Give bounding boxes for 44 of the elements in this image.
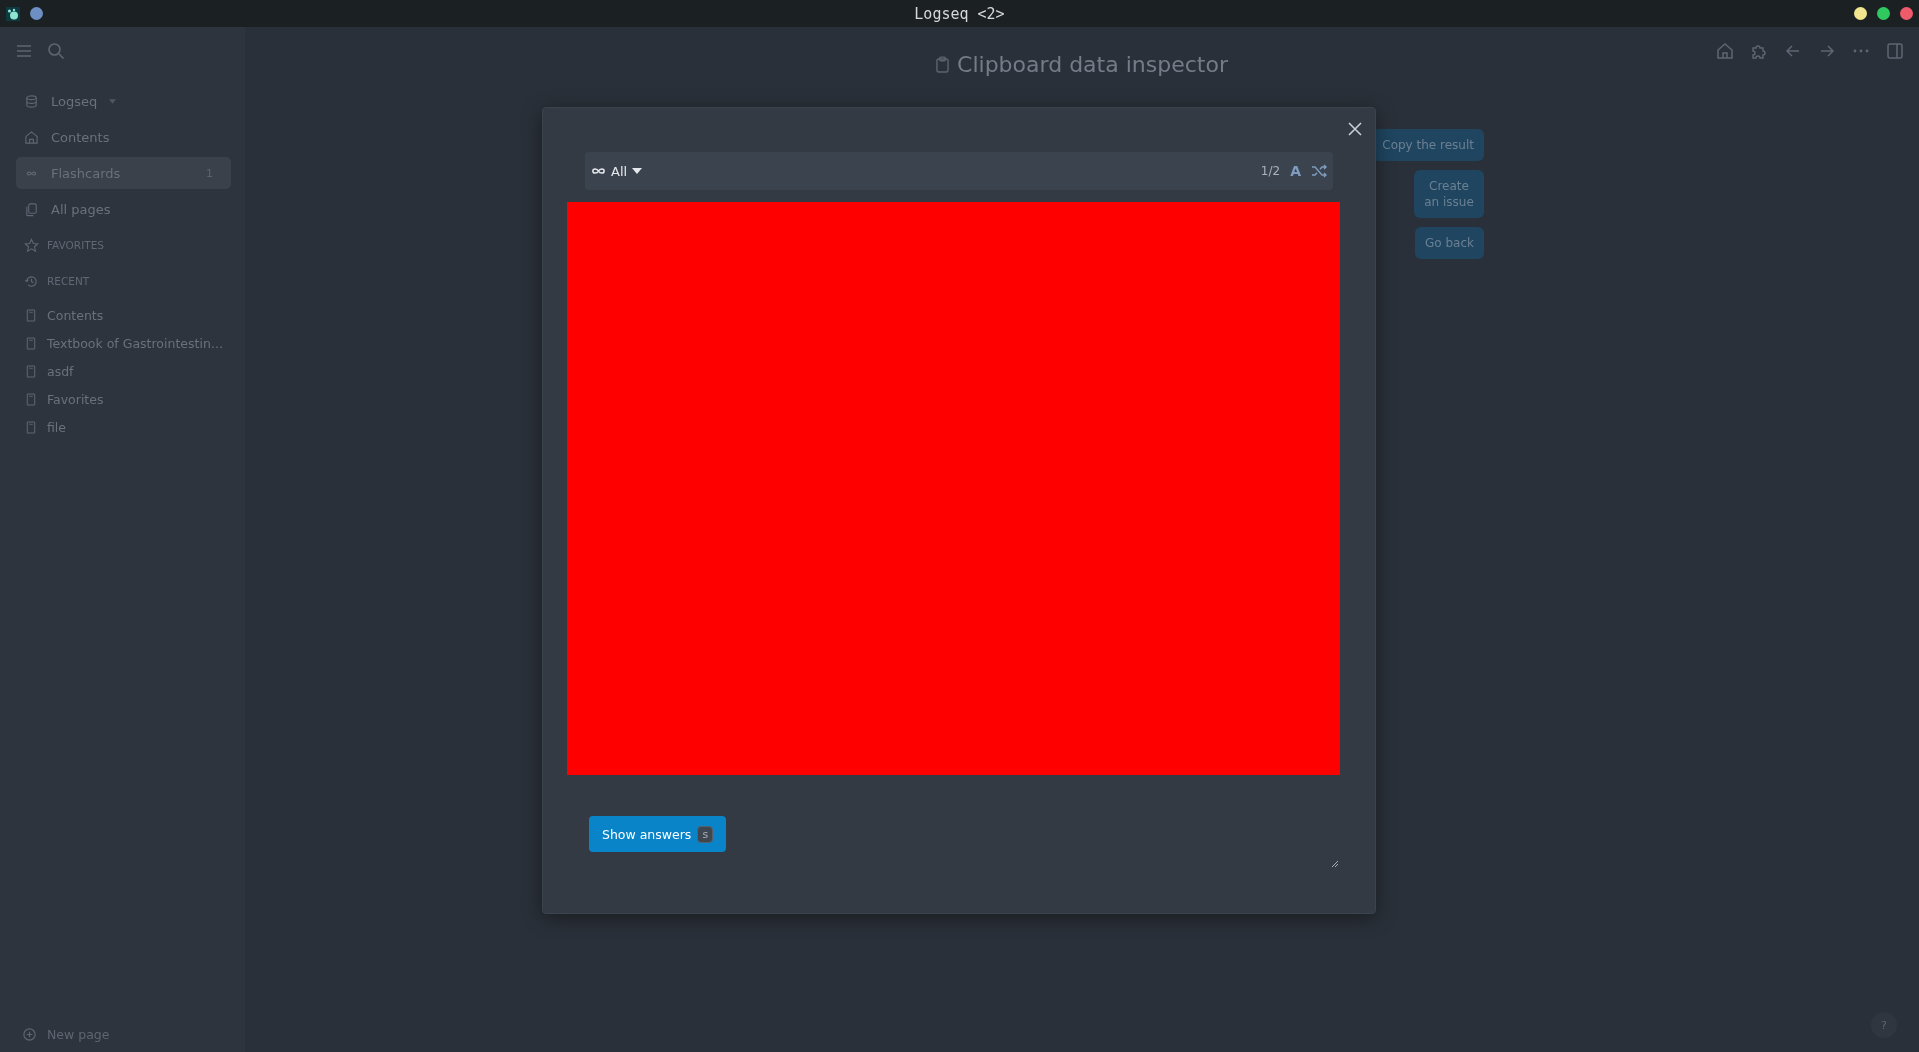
help-button[interactable]: ?	[1871, 1012, 1897, 1038]
close-icon[interactable]	[1347, 121, 1363, 137]
clipboard-icon	[936, 56, 950, 73]
pages-icon	[24, 201, 39, 217]
workspace-dot-icon[interactable]	[30, 7, 43, 20]
window-title: Logseq <2>	[914, 4, 1005, 23]
page-icon	[26, 308, 36, 322]
filter-dropdown[interactable]: All	[591, 163, 643, 179]
action-button[interactable]: Go back	[1415, 227, 1484, 259]
search-icon[interactable]	[46, 41, 66, 61]
card-counter: 1/2	[1260, 164, 1281, 178]
caret-icon	[632, 168, 643, 174]
infinity-icon	[591, 166, 606, 176]
sidebar-nav-item[interactable]: Contents	[16, 121, 231, 153]
sidebar-nav-item[interactable]: All pages	[16, 193, 231, 225]
graph-selector[interactable]: Logseq	[16, 85, 231, 117]
home-icon	[24, 129, 39, 145]
recent-page-item[interactable]: file	[16, 413, 231, 441]
star-icon	[24, 237, 39, 253]
font-toggle-button[interactable]: A	[1290, 163, 1301, 179]
page-icon	[26, 420, 36, 434]
home-icon[interactable]	[1715, 41, 1735, 61]
shuffle-icon[interactable]	[1311, 164, 1327, 178]
sidebar-toggle-icon[interactable]	[1885, 41, 1905, 61]
page-icon	[26, 364, 36, 378]
action-button[interactable]: Create an issue	[1414, 170, 1484, 218]
page-icon	[26, 336, 36, 350]
recent-page-item[interactable]: asdf	[16, 357, 231, 385]
plus-circle-icon	[22, 1027, 37, 1042]
page-icon	[26, 392, 36, 406]
show-answers-button[interactable]: Show answers s	[589, 816, 727, 852]
database-icon	[24, 93, 39, 109]
resize-handle-icon[interactable]	[1331, 860, 1339, 868]
page-title: Clipboard data inspector	[957, 52, 1228, 77]
app-logo-icon	[6, 6, 20, 21]
close-button[interactable]	[1900, 7, 1913, 20]
maximize-button[interactable]	[1877, 7, 1890, 20]
recent-page-item[interactable]: Textbook of Gastrointestin…	[16, 329, 231, 357]
recent-page-item[interactable]: Contents	[16, 301, 231, 329]
minimize-button[interactable]	[1854, 7, 1867, 20]
caret-icon	[109, 98, 117, 104]
history-icon	[24, 273, 39, 289]
recent-page-item[interactable]: Favorites	[16, 385, 231, 413]
shortcut-key: s	[697, 825, 714, 843]
